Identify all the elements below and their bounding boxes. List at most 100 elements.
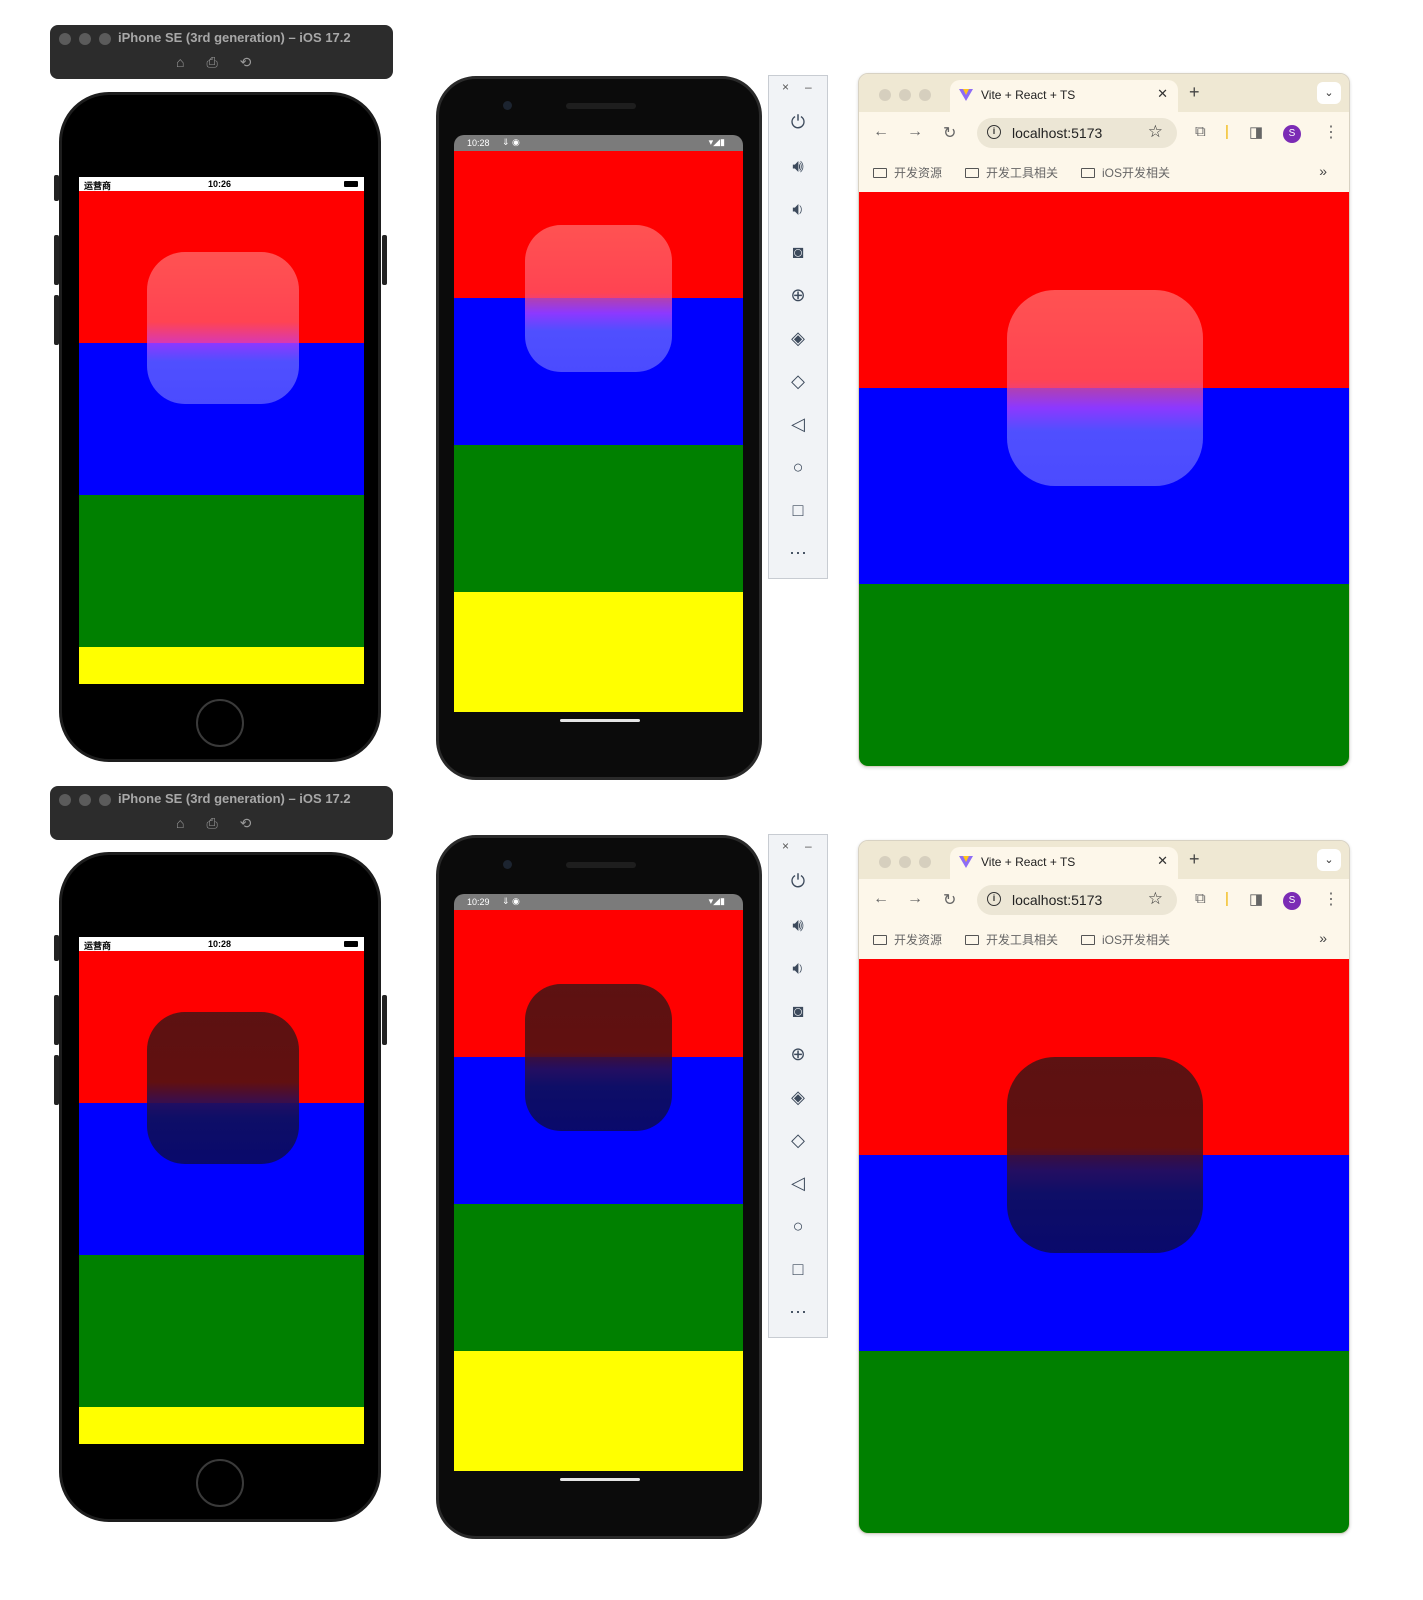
new-tab-icon[interactable]: + xyxy=(1189,82,1200,103)
minimize-icon[interactable]: – xyxy=(805,839,812,853)
address-bar[interactable]: i localhost:5173 ☆ xyxy=(977,118,1177,148)
blur-tile xyxy=(525,225,672,372)
window-controls[interactable] xyxy=(879,89,931,101)
zoom-icon[interactable]: ⊕ xyxy=(785,1041,811,1067)
home-button[interactable] xyxy=(196,699,244,747)
site-info-icon[interactable]: i xyxy=(987,892,1001,906)
close-tab-icon[interactable]: ✕ xyxy=(1157,86,1168,102)
address-bar[interactable]: i localhost:5173 ☆ xyxy=(977,885,1177,915)
bookmark-folder[interactable]: 开发资源 xyxy=(873,164,942,181)
bookmark-folder[interactable]: 开发工具相关 xyxy=(965,164,1058,181)
close-tab-icon[interactable]: ✕ xyxy=(1157,853,1168,869)
reload-icon[interactable]: ↻ xyxy=(943,890,956,910)
power-icon[interactable]: ⏻ xyxy=(785,868,811,894)
browser-tab[interactable]: Vite + React + TS ✕ xyxy=(950,80,1178,112)
divider: | xyxy=(1225,123,1229,140)
blur-tile xyxy=(1007,290,1203,486)
rotate-right-icon[interactable]: ◇ xyxy=(785,368,811,394)
side-panel-icon[interactable]: ◨ xyxy=(1249,890,1263,908)
android-screen: 10:29 ⇓ ◉ ▾◢▮ xyxy=(454,894,743,1471)
rotate-left-icon[interactable]: ◈ xyxy=(785,1084,811,1110)
window-controls[interactable] xyxy=(879,856,931,868)
camera-icon[interactable]: ⎙ xyxy=(206,815,217,832)
bookmark-folder[interactable]: iOS开发相关 xyxy=(1081,164,1170,181)
volume-up-icon[interactable]: 🔊︎ xyxy=(785,912,811,938)
extensions-icon[interactable]: ⧉ xyxy=(1195,890,1206,907)
new-tab-icon[interactable]: + xyxy=(1189,849,1200,870)
back-icon[interactable]: ◁ xyxy=(785,1170,811,1196)
menu-kebab-icon[interactable]: ⋮ xyxy=(1323,889,1339,909)
side-panel-icon[interactable]: ◨ xyxy=(1249,123,1263,141)
tab-title: Vite + React + TS xyxy=(981,88,1076,102)
overview-icon[interactable]: □ xyxy=(785,1256,811,1282)
status-time: 10:29 xyxy=(467,897,490,907)
vite-logo-icon xyxy=(959,89,973,101)
volume-down-icon[interactable]: 🔉︎ xyxy=(785,955,811,981)
volume-up-icon[interactable]: 🔊︎ xyxy=(785,153,811,179)
home-button[interactable] xyxy=(196,1459,244,1507)
bookmark-folder[interactable]: 开发工具相关 xyxy=(965,931,1058,948)
overview-icon[interactable]: □ xyxy=(785,497,811,523)
volume-down-icon[interactable]: 🔉︎ xyxy=(785,196,811,222)
ios-status-bar: 运营商 10:26 xyxy=(79,177,364,191)
bookmark-star-icon[interactable]: ☆ xyxy=(1148,122,1163,142)
folder-icon xyxy=(873,934,887,945)
ios-screen: 运营商 10:26 xyxy=(79,177,364,684)
bookmark-folder[interactable]: 开发资源 xyxy=(873,931,942,948)
extensions-icon[interactable]: ⧉ xyxy=(1195,123,1206,140)
android-device: 10:29 ⇓ ◉ ▾◢▮ xyxy=(436,835,762,1539)
site-info-icon[interactable]: i xyxy=(987,125,1001,139)
back-arrow-icon[interactable]: ← xyxy=(873,890,889,908)
green-band xyxy=(79,1255,364,1407)
home-icon[interactable]: ⌂ xyxy=(176,54,184,71)
menu-kebab-icon[interactable]: ⋮ xyxy=(1323,122,1339,142)
back-arrow-icon[interactable]: ← xyxy=(873,123,889,141)
green-band xyxy=(454,445,743,592)
zoom-icon[interactable]: ⊕ xyxy=(785,282,811,308)
window-controls[interactable] xyxy=(59,794,111,806)
window-controls[interactable] xyxy=(59,33,111,45)
more-icon[interactable]: ⋯ xyxy=(785,1299,811,1325)
rotate-left-icon[interactable]: ◈ xyxy=(785,325,811,351)
android-status-bar: 10:29 ⇓ ◉ ▾◢▮ xyxy=(454,894,743,910)
bookmarks-bar: 开发资源 开发工具相关 iOS开发相关 » xyxy=(859,921,1349,959)
bookmark-star-icon[interactable]: ☆ xyxy=(1148,889,1163,909)
camera-icon[interactable]: ⎙ xyxy=(206,54,217,71)
rotate-icon[interactable]: ⟲ xyxy=(240,815,252,832)
forward-arrow-icon[interactable]: → xyxy=(907,890,923,908)
profile-avatar[interactable]: S xyxy=(1283,125,1301,143)
blur-tile xyxy=(147,252,299,404)
gesture-nav-bar[interactable] xyxy=(560,719,640,722)
divider: | xyxy=(1225,890,1229,907)
close-icon[interactable]: × xyxy=(782,839,789,853)
url-text[interactable]: localhost:5173 xyxy=(1012,125,1102,141)
more-bookmarks-icon[interactable]: » xyxy=(1319,163,1327,179)
iphone-device: 运营商 10:26 xyxy=(54,92,387,762)
signal-battery-icon: ▾◢▮ xyxy=(708,137,725,147)
rotate-icon[interactable]: ⟲ xyxy=(240,54,252,71)
minimize-icon[interactable]: – xyxy=(805,80,812,94)
home-icon[interactable]: ○ xyxy=(785,454,811,480)
camera-icon[interactable]: ◙ xyxy=(785,239,811,265)
more-icon[interactable]: ⋯ xyxy=(785,540,811,566)
close-icon[interactable]: × xyxy=(782,80,789,94)
chevron-down-icon[interactable]: ⌄ xyxy=(1317,849,1341,871)
profile-avatar[interactable]: S xyxy=(1283,892,1301,910)
android-status-bar: 10:28 ⇓ ◉ ▾◢▮ xyxy=(454,135,743,151)
camera-icon[interactable]: ◙ xyxy=(785,998,811,1024)
chevron-down-icon[interactable]: ⌄ xyxy=(1317,82,1341,104)
folder-icon xyxy=(965,934,979,945)
rotate-right-icon[interactable]: ◇ xyxy=(785,1127,811,1153)
gesture-nav-bar[interactable] xyxy=(560,1478,640,1481)
home-icon[interactable]: ⌂ xyxy=(176,815,184,832)
more-bookmarks-icon[interactable]: » xyxy=(1319,930,1327,946)
home-icon[interactable]: ○ xyxy=(785,1213,811,1239)
back-icon[interactable]: ◁ xyxy=(785,411,811,437)
bookmark-folder[interactable]: iOS开发相关 xyxy=(1081,931,1170,948)
url-text[interactable]: localhost:5173 xyxy=(1012,892,1102,908)
forward-arrow-icon[interactable]: → xyxy=(907,123,923,141)
power-icon[interactable]: ⏻ xyxy=(785,109,811,135)
browser-tab[interactable]: Vite + React + TS ✕ xyxy=(950,847,1178,879)
reload-icon[interactable]: ↻ xyxy=(943,123,956,143)
blur-tile xyxy=(525,984,672,1131)
